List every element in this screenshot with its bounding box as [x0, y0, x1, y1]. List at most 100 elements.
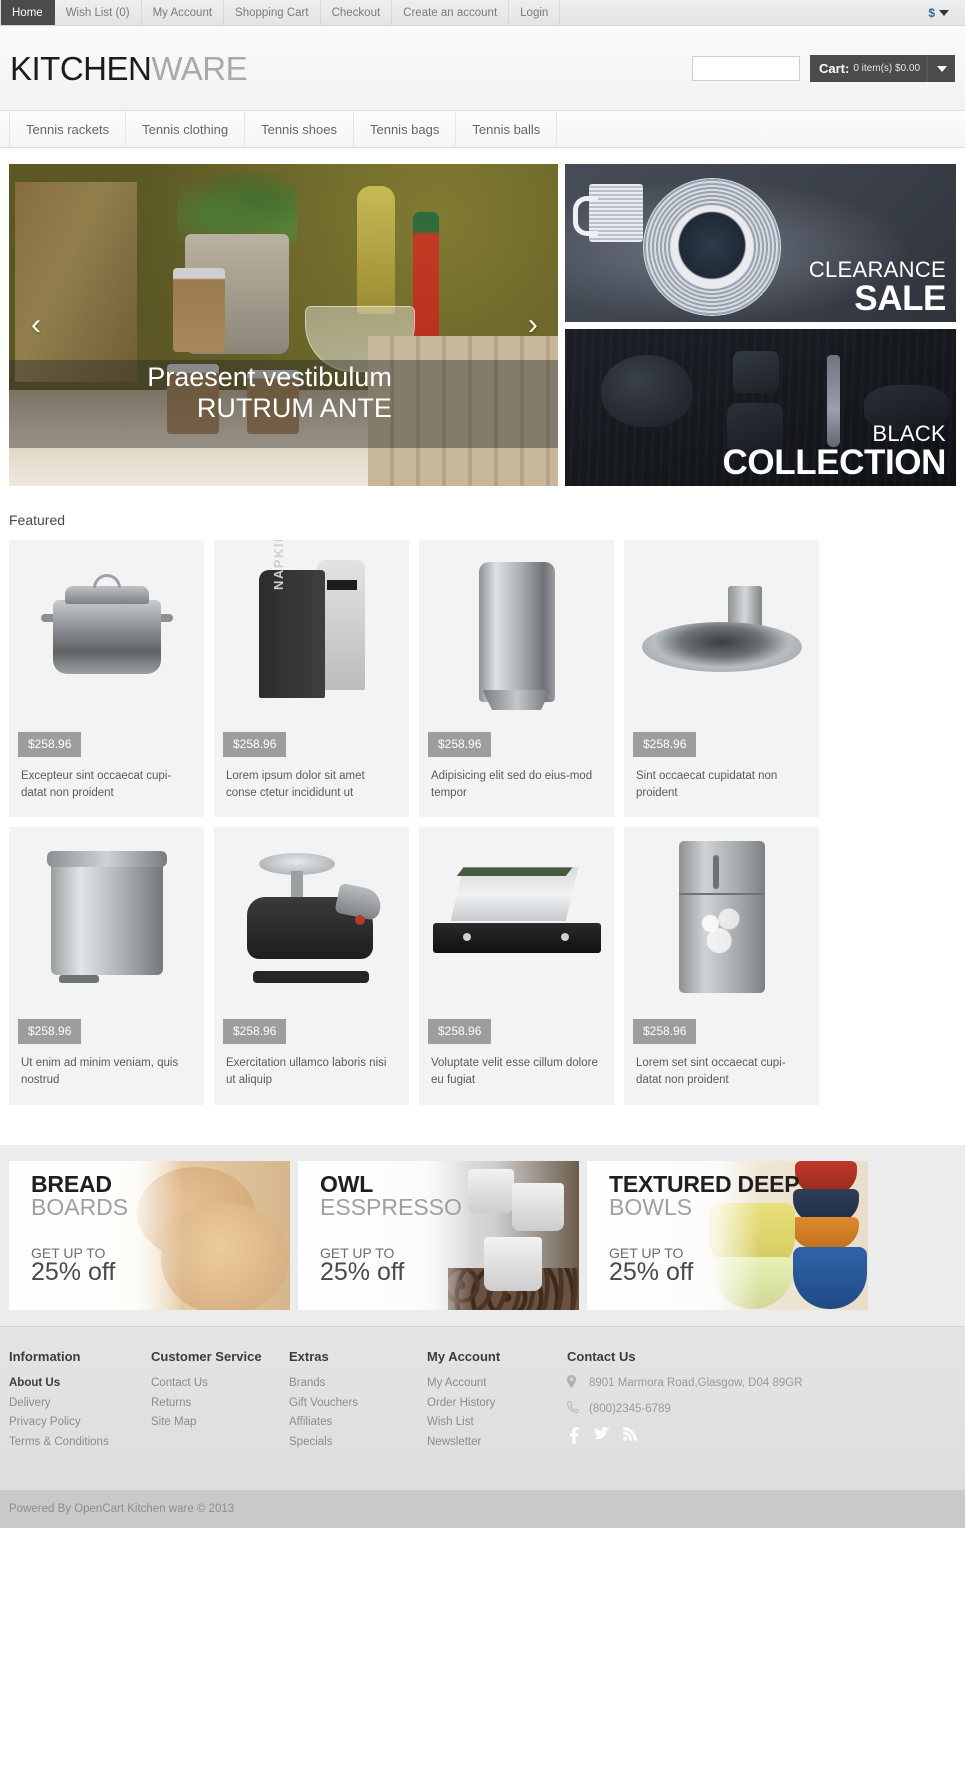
catnav-item-tennis-bags[interactable]: Tennis bags: [352, 111, 457, 147]
topnav-item-my-account[interactable]: My Account: [142, 0, 225, 25]
product-card[interactable]: $258.96 Excepteur sint occaecat cupi-dat…: [9, 540, 204, 818]
footer-link-my-account[interactable]: My Account: [427, 1375, 567, 1393]
phone-icon: [567, 1401, 580, 1413]
clearance-banner[interactable]: CLEARANCE SALE: [564, 164, 956, 322]
footer-link-privacy-policy[interactable]: Privacy Policy: [9, 1414, 151, 1432]
page-root: Home Wish List (0) My Account Shopping C…: [0, 0, 965, 1528]
hero-slider[interactable]: Praesent vestibulum RUTRUM ANTE ‹ ›: [9, 164, 558, 486]
product-image[interactable]: [419, 827, 614, 1008]
promo-banner-textured-deep-bowls[interactable]: TEXTURED DEEP BOWLS GET UP TO 25% off: [587, 1160, 868, 1310]
product-image[interactable]: [419, 540, 614, 720]
promo-banner-bread-boards[interactable]: BREAD BOARDS GET UP TO 25% off: [9, 1160, 290, 1310]
currency-selector[interactable]: $: [928, 0, 965, 25]
product-badge-text: NAPKIN: [270, 540, 286, 590]
featured-product-grid: $258.96 Excepteur sint occaecat cupi-dat…: [0, 540, 965, 1105]
product-name[interactable]: Exercitation ullamco laboris nisi ut ali…: [214, 1044, 409, 1104]
product-card[interactable]: $258.96 Exercitation ullamco laboris nis…: [214, 827, 409, 1105]
promo-title-line1: OWL: [320, 1170, 374, 1197]
product-card[interactable]: $258.96 Adipisicing elit sed do eius-mod…: [419, 540, 614, 818]
footer-link-newsletter[interactable]: Newsletter: [427, 1434, 567, 1452]
slider-prev-arrow-icon[interactable]: ‹: [31, 310, 41, 340]
footer-address: 8901 Marmora Road,Glasgow, D04 89GR: [567, 1374, 956, 1392]
footer-link-contact-us[interactable]: Contact Us: [151, 1375, 289, 1393]
black-collection-line2: COLLECTION: [722, 443, 947, 482]
catnav-item-tennis-balls[interactable]: Tennis balls: [455, 111, 558, 147]
cart-label: Cart:: [819, 60, 850, 76]
catnav-item-tennis-rackets[interactable]: Tennis rackets: [9, 111, 127, 147]
footer-link-wish-list[interactable]: Wish List: [427, 1414, 567, 1432]
product-image[interactable]: NAPKIN: [214, 540, 409, 720]
footer-phone: (800)2345-6789: [567, 1401, 956, 1418]
footer-link-order-history[interactable]: Order History: [427, 1395, 567, 1413]
product-name[interactable]: Ut enim ad minim veniam, quis nostrud: [9, 1044, 204, 1104]
product-name[interactable]: Excepteur sint occaecat cupi-datat non p…: [9, 757, 204, 817]
product-image[interactable]: [624, 827, 819, 1008]
footer-column-extras: Extras Brands Gift Vouchers Affiliates S…: [289, 1349, 427, 1454]
facebook-icon[interactable]: [567, 1427, 580, 1445]
product-name[interactable]: Adipisicing elit sed do eius-mod tempor: [419, 757, 614, 817]
site-logo[interactable]: KITCHENWARE: [10, 49, 248, 87]
footer-column-customer-service: Customer Service Contact Us Returns Site…: [151, 1349, 289, 1454]
hero-caption-line1: Praesent vestibulum: [147, 362, 392, 392]
promo-row: BREAD BOARDS GET UP TO 25% off OWL ESSPR…: [9, 1160, 956, 1310]
clearance-banner-line1: CLEARANCE: [808, 256, 946, 282]
product-card[interactable]: $258.96 Ut enim ad minim veniam, quis no…: [9, 827, 204, 1105]
footer-link-returns[interactable]: Returns: [151, 1395, 289, 1413]
footer-column-my-account: My Account My Account Order History Wish…: [427, 1349, 567, 1454]
catnav-item-tennis-clothing[interactable]: Tennis clothing: [125, 111, 246, 147]
promo-text: BREAD BOARDS GET UP TO 25% off: [31, 1170, 128, 1286]
footer-link-gift-vouchers[interactable]: Gift Vouchers: [289, 1395, 427, 1413]
cart-total: 0 item(s) $0.00: [853, 62, 921, 74]
promo-discount: 25% off: [609, 1257, 694, 1286]
footer-link-delivery[interactable]: Delivery: [9, 1395, 151, 1413]
topnav-item-create-account[interactable]: Create an account: [392, 0, 510, 25]
logo-text-secondary: WARE: [151, 49, 248, 87]
product-name[interactable]: Lorem ipsum dolor sit amet conse ctetur …: [214, 757, 409, 817]
top-nav: Home Wish List (0) My Account Shopping C…: [0, 0, 561, 25]
catnav-item-tennis-shoes[interactable]: Tennis shoes: [244, 111, 354, 147]
twitter-icon[interactable]: [593, 1427, 610, 1444]
topnav-item-wishlist[interactable]: Wish List (0): [55, 0, 142, 25]
footer-phone-text: (800)2345-6789: [589, 1402, 671, 1415]
product-name[interactable]: Voluptate velit esse cillum dolore eu fu…: [419, 1044, 614, 1104]
product-image[interactable]: [9, 827, 204, 1008]
topnav-item-home[interactable]: Home: [0, 0, 55, 25]
black-collection-line1: BLACK: [872, 421, 946, 446]
promo-discount: 25% off: [31, 1257, 116, 1286]
product-image[interactable]: [9, 540, 204, 720]
product-card[interactable]: $258.96 Sint occaecat cupidatat non proi…: [624, 540, 819, 818]
hero-caption: Praesent vestibulum RUTRUM ANTE: [9, 362, 392, 423]
footer-link-specials[interactable]: Specials: [289, 1434, 427, 1452]
site-header: KITCHENWARE Cart: 0 item(s) $0.00: [0, 26, 965, 110]
footer-link-about-us[interactable]: About Us: [9, 1375, 151, 1393]
topnav-item-login[interactable]: Login: [509, 0, 561, 25]
black-collection-banner[interactable]: BLACK COLLECTION: [564, 328, 956, 486]
cart-chevron-down-icon[interactable]: [937, 65, 947, 72]
footer-column-title: Contact Us: [567, 1348, 636, 1364]
slider-next-arrow-icon[interactable]: ›: [528, 310, 538, 340]
topnav-item-shopping-cart[interactable]: Shopping Cart: [224, 0, 321, 25]
black-collection-banner-text: BLACK COLLECTION: [722, 421, 947, 482]
category-nav: Tennis rackets Tennis clothing Tennis sh…: [0, 110, 965, 148]
footer-link-brands[interactable]: Brands: [289, 1375, 427, 1393]
product-name[interactable]: Sint occaecat cupidatat non proident: [624, 757, 819, 817]
promo-title-line1: BREAD: [31, 1170, 112, 1197]
footer-social-links: [567, 1427, 956, 1445]
product-card[interactable]: $258.96 Lorem set sint occaecat cupi-dat…: [624, 827, 819, 1105]
footer-link-terms-conditions[interactable]: Terms & Conditions: [9, 1434, 151, 1452]
footer-link-affiliates[interactable]: Affiliates: [289, 1414, 427, 1432]
product-card[interactable]: $258.96 Voluptate velit esse cillum dolo…: [419, 827, 614, 1105]
rss-icon[interactable]: [623, 1427, 637, 1444]
product-card[interactable]: NAPKIN $258.96 Lorem ipsum dolor sit ame…: [214, 540, 409, 818]
topnav-item-checkout[interactable]: Checkout: [321, 0, 393, 25]
footer-link-site-map[interactable]: Site Map: [151, 1414, 289, 1432]
chevron-down-icon: [939, 9, 949, 16]
product-name[interactable]: Lorem set sint occaecat cupi-datat non p…: [624, 1044, 819, 1104]
promo-discount: 25% off: [320, 1257, 405, 1286]
product-image[interactable]: [624, 540, 819, 720]
product-image[interactable]: [214, 827, 409, 1008]
cart-button[interactable]: Cart: 0 item(s) $0.00: [810, 54, 955, 82]
promo-banner-owl-espresso[interactable]: OWL ESSPRESSO GET UP TO 25% off: [298, 1160, 579, 1310]
search-box[interactable]: [692, 55, 860, 81]
